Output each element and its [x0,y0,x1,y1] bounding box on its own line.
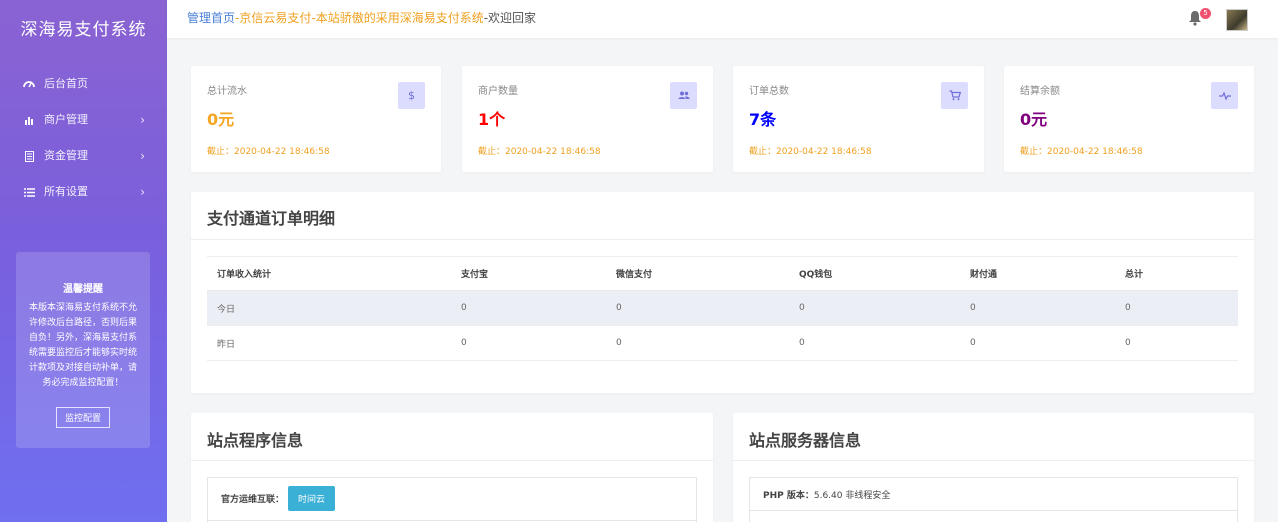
sidebar-item-merchants[interactable]: 商户管理 › [0,102,167,138]
orders-panel: 支付通道订单明细 订单收入统计 支付宝 微信支付 QQ钱包 财付通 总计 今日 … [191,192,1254,393]
ops-row: 官方运维互联： 时间云 [221,486,336,511]
sidebar-item-dashboard[interactable]: 后台首页 [0,66,167,102]
ops-link-button[interactable]: 时间云 [288,486,336,511]
table-cell: 0 [606,325,789,361]
table-cell: 0 [1115,290,1238,326]
dollar-icon: $ [398,82,425,109]
stat-value: 0元 [207,110,235,129]
stat-label: 结算余额 [1020,86,1060,97]
divider [733,460,1254,461]
sidebar-item-label: 商户管理 [44,113,88,126]
brand-title: 深海易支付系统 [20,20,147,40]
table-row: 今日 0 0 0 0 0 [207,290,1238,326]
column-header: 总计 [1115,256,1238,291]
column-header: 支付宝 [451,256,606,291]
stat-date: 截止：2020-04-22 18:46:58 [1020,147,1143,157]
cart-icon [941,82,968,109]
orders-panel-title: 支付通道订单明细 [207,209,336,228]
stat-card-total-flow: 总计流水 $ 0元 截止：2020-04-22 18:46:58 [191,66,441,172]
divider [191,460,713,461]
server-info-panel: 站点服务器信息 PHP 版本：5.6.40 非线程安全 [733,413,1254,522]
program-info-panel: 站点程序信息 官方运维互联： 时间云 [191,413,713,522]
users-icon [670,82,697,109]
sidebar-item-label: 资金管理 [44,149,88,162]
column-header: 财付通 [960,256,1115,291]
stat-label: 商户数量 [478,86,518,97]
stat-date: 截止：2020-04-22 18:46:58 [207,147,330,157]
sidebar-item-label: 所有设置 [44,185,88,198]
divider [208,520,696,521]
stat-date: 截止：2020-04-22 18:46:58 [749,147,872,157]
table-cell: 0 [1115,325,1238,361]
program-info-box: 官方运维互联： 时间云 [207,477,697,522]
table-cell: 今日 [207,290,451,326]
table-cell: 0 [606,290,789,326]
list-icon [22,185,36,199]
table-row: 昨日 0 0 0 0 0 [207,325,1238,361]
breadcrumb-welcome: 欢迎回家 [488,11,537,25]
chevron-right-icon: › [140,149,145,163]
table-cell: 0 [960,290,1115,326]
table-cell: 0 [451,290,606,326]
sidebar-item-funds[interactable]: 资金管理 › [0,138,167,174]
orders-table-wrap: 订单收入统计 支付宝 微信支付 QQ钱包 财付通 总计 今日 0 0 0 0 0… [207,256,1238,361]
sidebar-nav: 后台首页 商户管理 › 资金管理 › 所有设置 › [0,66,167,210]
dashboard-icon [22,77,36,91]
program-info-title: 站点程序信息 [207,431,304,450]
breadcrumb: 管理首页-京信云易支付-本站骄傲的采用深海易支付系统-欢迎回家 [187,9,536,26]
pulse-icon [1211,82,1238,109]
stat-card-orders: 订单总数 7条 截止：2020-04-22 18:46:58 [733,66,984,172]
bar-chart-icon [22,113,36,127]
column-header: QQ钱包 [789,256,960,291]
table-cell: 0 [789,290,960,326]
sidebar-item-settings[interactable]: 所有设置 › [0,174,167,210]
table-header-row: 订单收入统计 支付宝 微信支付 QQ钱包 财付通 总计 [207,256,1238,291]
stat-value: 1个 [478,110,506,129]
divider [750,510,1237,511]
monitor-config-button[interactable]: 监控配置 [55,407,110,428]
chevron-right-icon: › [140,113,145,127]
column-header: 订单收入统计 [207,256,451,291]
column-header: 微信支付 [606,256,789,291]
stat-date: 截止：2020-04-22 18:46:58 [478,147,601,157]
stat-value: 0元 [1020,110,1048,129]
stat-card-merchants: 商户数量 1个 截止：2020-04-22 18:46:58 [462,66,713,172]
top-bar: 管理首页-京信云易支付-本站骄傲的采用深海易支付系统-欢迎回家 5 [167,0,1278,38]
php-version-value: 5.6.40 非线程安全 [813,491,891,501]
document-icon [22,149,36,163]
stat-card-balance: 结算余额 0元 截止：2020-04-22 18:46:58 [1004,66,1254,172]
sidebar-item-label: 后台首页 [44,77,88,90]
stat-label: 总计流水 [207,86,247,97]
divider [191,239,1254,240]
orders-table: 订单收入统计 支付宝 微信支付 QQ钱包 财付通 总计 今日 0 0 0 0 0… [207,256,1238,361]
notice-title: 温馨提醒 [63,284,103,295]
notice-panel: 温馨提醒 本版本深海易支付系统不允许修改后台路径，否则后果自负！另外，深海易支付… [16,252,150,448]
stat-value: 7条 [749,110,777,129]
breadcrumb-home-link[interactable]: 管理首页 [187,11,235,25]
avatar[interactable] [1226,9,1248,31]
table-cell: 0 [960,325,1115,361]
table-cell: 0 [451,325,606,361]
server-info-box: PHP 版本：5.6.40 非线程安全 [749,477,1238,522]
notice-text: 本版本深海易支付系统不允许修改后台路径，否则后果自负！另外，深海易支付系统需要监… [28,303,137,388]
ops-label: 官方运维互联： [221,495,285,505]
notification-badge: 5 [1200,8,1211,19]
table-cell: 0 [789,325,960,361]
stat-label: 订单总数 [749,86,789,97]
chevron-right-icon: › [140,185,145,199]
php-version-row: PHP 版本：5.6.40 非线程安全 [763,488,890,501]
server-info-title: 站点服务器信息 [749,431,862,450]
table-cell: 昨日 [207,325,451,361]
breadcrumb-site-name: 京信云易支付-本站骄傲的采用深海易支付系统 [239,11,484,25]
sidebar: 深海易支付系统 后台首页 商户管理 › 资金管理 › 所有设置 › 温馨提醒 本… [0,0,167,522]
php-version-label: PHP 版本： [763,491,814,501]
